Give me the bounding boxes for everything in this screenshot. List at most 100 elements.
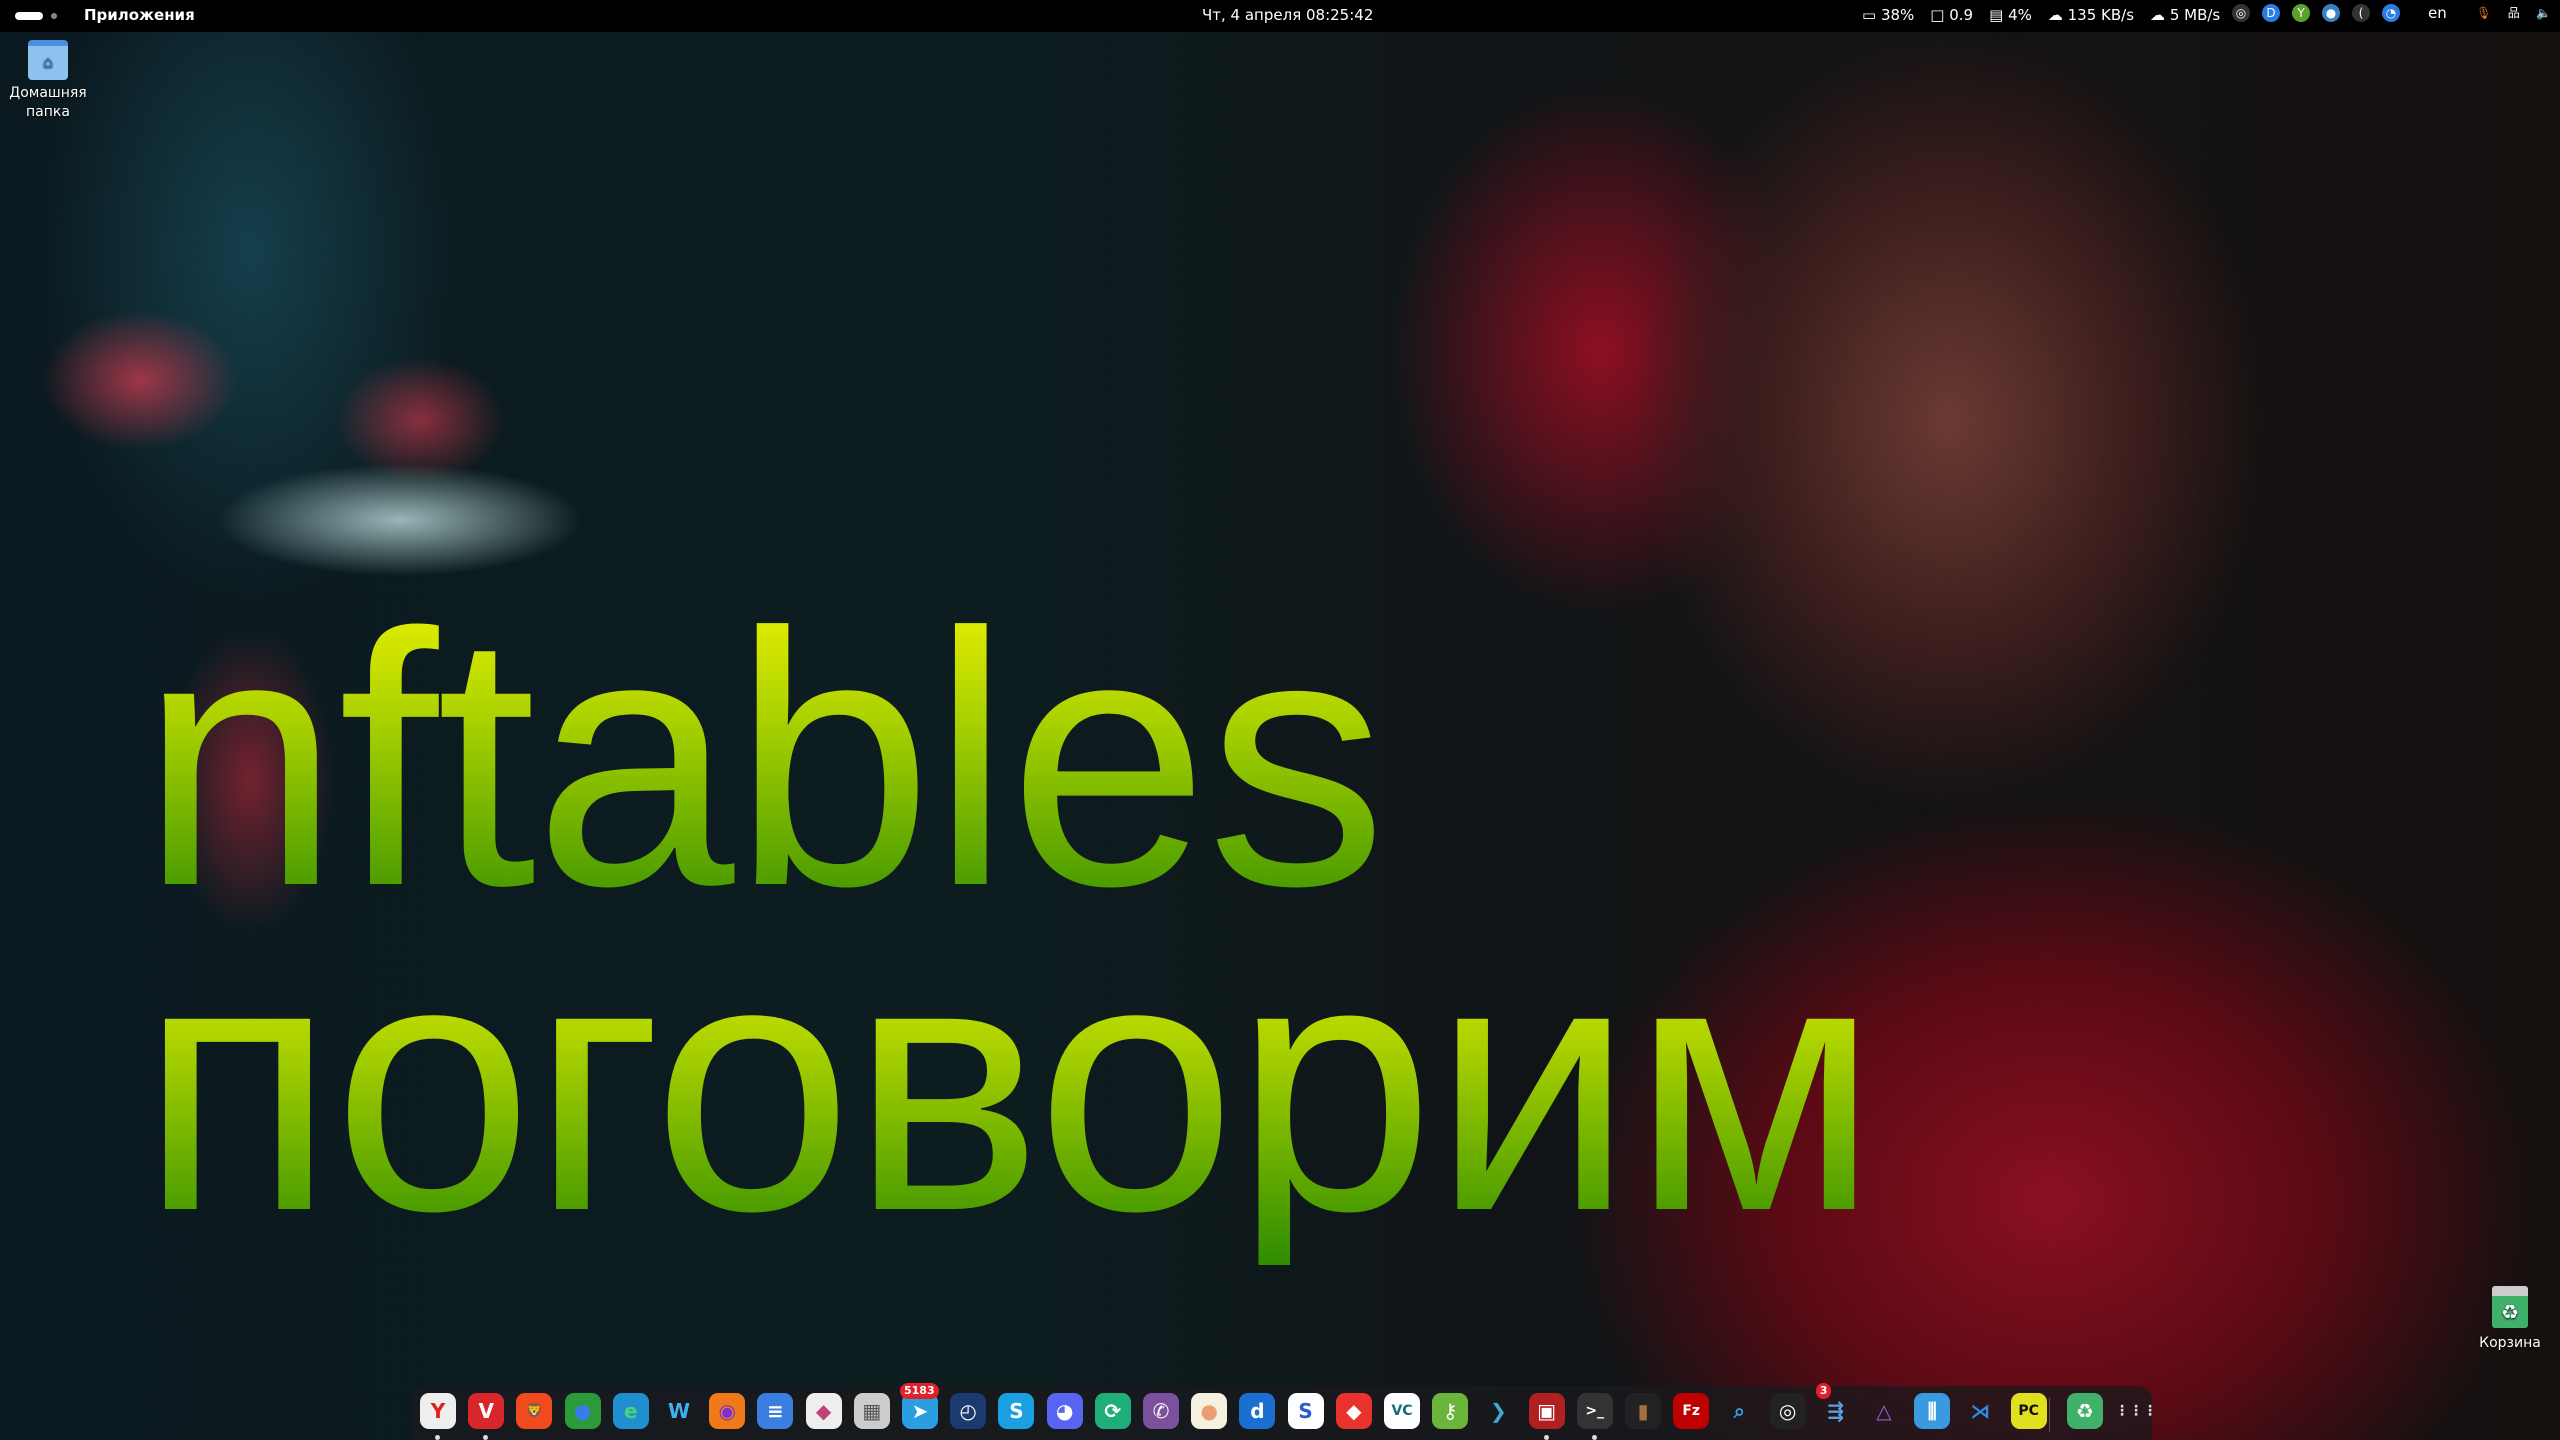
docs-tray-icon[interactable]: D	[2262, 4, 2280, 22]
filezilla-icon: Fz	[1682, 1403, 1700, 1419]
running-indicator	[1592, 1435, 1597, 1440]
dock-item-skype[interactable]: S	[998, 1393, 1034, 1429]
microphone-icon[interactable]: 🎙	[2475, 4, 2493, 22]
dock-item-trash-dock[interactable]: ♻	[2067, 1393, 2103, 1429]
dock-item-anydesk[interactable]: ◆	[1336, 1393, 1372, 1429]
dock-item-sync-app[interactable]: ⟳	[1095, 1393, 1131, 1429]
dock-item-calculator[interactable]: ▦	[854, 1393, 890, 1429]
dock-item-edge[interactable]: e	[613, 1393, 649, 1429]
desktop-home-folder[interactable]: ⌂ Домашняя папка	[4, 40, 92, 122]
yandex-browser-icon: Y	[431, 1399, 445, 1423]
download-icon: ☁	[2048, 6, 2068, 24]
status-item[interactable]: ☁ 135 KB/s	[2048, 6, 2134, 24]
vscode-icon: ⋊	[1970, 1399, 1990, 1423]
dock-item-brave[interactable]: 🦁	[516, 1393, 552, 1429]
status-value: 38%	[1881, 6, 1914, 24]
dock-item-vscode[interactable]: ⋊	[1962, 1393, 1998, 1429]
trash-icon: ♻	[2492, 1286, 2528, 1328]
dock-item-veracrypt[interactable]: VC	[1384, 1393, 1420, 1429]
volume-icon[interactable]: 🔈	[2535, 4, 2553, 22]
dock-item-clock-app[interactable]: ◴	[950, 1393, 986, 1429]
anydesk-icon: ◆	[1346, 1399, 1361, 1423]
dock-item-keepassxc[interactable]: ⚷	[1432, 1393, 1468, 1429]
simplenote-icon: S	[1298, 1399, 1312, 1423]
terminal-icon: >_	[1585, 1403, 1604, 1419]
headline-line2: поговорим	[140, 905, 1877, 1265]
dock-item-cool-terminal[interactable]: ▮	[1625, 1393, 1661, 1429]
activities-button[interactable]	[15, 12, 57, 20]
software-store-icon: ◆	[816, 1399, 831, 1423]
dock-item-pycharm[interactable]: PC	[2011, 1393, 2047, 1429]
status-item[interactable]: ▭ 38%	[1862, 6, 1914, 24]
status-item[interactable]: □ 0.9	[1930, 6, 1973, 24]
upload-icon: ☁	[2150, 6, 2170, 24]
dock-item-terminal[interactable]: >_	[1577, 1393, 1613, 1429]
keyboard-layout[interactable]: en	[2428, 4, 2447, 22]
chat-tray-icon[interactable]: ●	[2322, 4, 2340, 22]
keepass-tray-icon[interactable]: Y	[2292, 4, 2310, 22]
network-tray-icon[interactable]: (	[2352, 4, 2370, 22]
status-value: 0.9	[1949, 6, 1973, 24]
jellyfin-icon: △	[1876, 1399, 1891, 1423]
status-item[interactable]: ▤ 4%	[1989, 6, 2032, 24]
monitor-icon: □	[1930, 6, 1949, 24]
top-bar: Приложения Чт, 4 апреля 08:25:42 ▭ 38% □ …	[0, 0, 2560, 32]
status-value: 135 KB/s	[2068, 6, 2134, 24]
dock-item-show-apps[interactable]: ⋮⋮⋮	[2115, 1393, 2151, 1429]
desktop-trash[interactable]: ♻ Корзина	[2470, 1286, 2550, 1353]
dock-item-simplenote[interactable]: S	[1288, 1393, 1324, 1429]
system-monitor-indicators[interactable]: ▭ 38%□ 0.9▤ 4%☁ 135 KB/s☁ 5 MB/s	[1862, 6, 2220, 24]
network-icon[interactable]: 品	[2505, 4, 2523, 22]
dock-item-chrome[interactable]: ●	[565, 1393, 601, 1429]
notification-badge: 3	[1816, 1383, 1832, 1399]
dock-item-windsurf[interactable]: W	[661, 1393, 697, 1429]
viber-icon: ✆	[1153, 1399, 1170, 1423]
dock-item-filezilla[interactable]: Fz	[1673, 1393, 1709, 1429]
dock-item-powershell[interactable]: ❯	[1480, 1393, 1516, 1429]
chrome-icon: ●	[574, 1399, 591, 1423]
pycharm-icon: PC	[2018, 1403, 2039, 1419]
dock-item-jellyfin[interactable]: △	[1866, 1393, 1902, 1429]
skype-icon: S	[1009, 1399, 1023, 1423]
home-folder-label: Домашняя папка	[4, 84, 92, 122]
veracrypt-icon: VC	[1391, 1403, 1412, 1419]
clock[interactable]: Чт, 4 апреля 08:25:42	[1202, 6, 1373, 24]
keepassxc-icon: ⚷	[1443, 1399, 1458, 1423]
system-tray: ◎DY●(◔en🎙品🔈⏻	[2232, 4, 2560, 22]
dock-item-telegram[interactable]: ➤5183	[902, 1393, 938, 1429]
equalizer-icon: ⫼	[1928, 1399, 1937, 1423]
status-value: 5 MB/s	[2170, 6, 2220, 24]
dock-item-remote-viewer[interactable]: ▣	[1529, 1393, 1565, 1429]
dock-item-obs-studio[interactable]: ◎	[1770, 1393, 1806, 1429]
dock-item-equalizer[interactable]: ⫼	[1914, 1393, 1950, 1429]
dock-item-remmina[interactable]: ⇶3	[1818, 1393, 1854, 1429]
dock-item-tiktok-app[interactable]: d	[1239, 1393, 1275, 1429]
discord-icon: ◕	[1056, 1399, 1073, 1423]
dock-item-notes-app[interactable]: ●	[1191, 1393, 1227, 1429]
obs-tray-icon[interactable]: ◎	[2232, 4, 2250, 22]
status-item[interactable]: ☁ 5 MB/s	[2150, 6, 2220, 24]
calculator-icon: ▦	[862, 1399, 881, 1423]
tiktok-app-icon: d	[1250, 1399, 1264, 1423]
dock-item-yandex-browser[interactable]: Y	[420, 1393, 456, 1429]
remote-viewer-icon: ▣	[1537, 1399, 1556, 1423]
workspace-indicator-active	[15, 12, 43, 20]
windsurf-icon: W	[668, 1399, 690, 1423]
applications-menu[interactable]: Приложения	[84, 6, 195, 24]
dock-item-file-cabinet[interactable]: ≡	[757, 1393, 793, 1429]
show-apps-icon: ⋮⋮⋮	[2115, 1403, 2157, 1419]
memory-icon: ▤	[1989, 6, 2008, 24]
remmina-icon: ⇶	[1827, 1399, 1844, 1423]
vivaldi-icon: V	[478, 1399, 493, 1423]
status-value: 4%	[2008, 6, 2032, 24]
powershell-icon: ❯	[1490, 1399, 1507, 1423]
dock-item-firefox[interactable]: ◉	[709, 1393, 745, 1429]
cool-terminal-icon: ▮	[1637, 1399, 1648, 1423]
dock-item-vivaldi[interactable]: V	[468, 1393, 504, 1429]
dock-item-system-monitor[interactable]: ⌕	[1721, 1393, 1757, 1429]
browser-tray-icon[interactable]: ◔	[2382, 4, 2400, 22]
running-indicator	[435, 1435, 440, 1440]
dock-item-software-store[interactable]: ◆	[806, 1393, 842, 1429]
dock-item-discord[interactable]: ◕	[1047, 1393, 1083, 1429]
dock-item-viber[interactable]: ✆	[1143, 1393, 1179, 1429]
